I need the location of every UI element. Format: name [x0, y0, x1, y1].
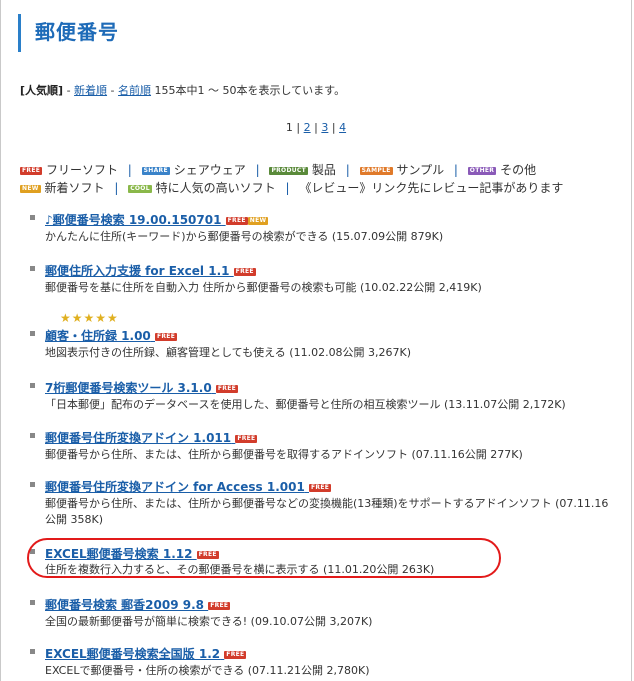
free-badge-icon: FREE	[154, 332, 178, 341]
software-link[interactable]: 郵便住所入力支援 for Excel 1.1 FREE	[45, 262, 256, 279]
software-link[interactable]: EXCEL郵便番号検索全国版 1.2 FREE	[45, 645, 247, 662]
bullet-icon	[30, 482, 35, 487]
free-badge-icon: FREE	[309, 483, 332, 492]
software-description: 全国の最新郵便番号が簡単に検索できる! (09.10.07公開 3,207K)	[45, 615, 373, 628]
cool-badge-icon: COOL	[128, 184, 152, 193]
software-description: 郵便番号から住所、または、住所から郵便番号などの変換機能(13種類)をサポートす…	[45, 497, 609, 526]
software-description: 地図表示付きの住所録、顧客管理としても使える (11.02.08公開 3,267…	[45, 346, 412, 359]
new-badge-icon: NEW	[247, 216, 269, 225]
sort-dash-1: -	[66, 84, 71, 97]
pagination: 1 | 2 | 3 | 4	[285, 121, 347, 134]
software-description: 郵便番号を基に住所を自動入力 住所から郵便番号の検索も可能 (10.02.22公…	[45, 281, 482, 294]
bullet-icon	[30, 433, 35, 438]
free-badge-icon: FREE	[224, 650, 247, 659]
free-badge-icon: FREE	[235, 434, 258, 443]
other-badge-icon: OTHER	[467, 166, 497, 175]
bullet-icon	[30, 266, 35, 271]
share-badge-icon: SHARE	[141, 166, 170, 175]
legend-share-label: シェアウェア	[173, 163, 246, 177]
legend-product-label: 製品	[311, 163, 336, 177]
new-badge-icon: NEW	[20, 184, 41, 193]
page-link-4[interactable]: 4	[339, 121, 346, 134]
page-title-block: 郵便番号	[18, 14, 617, 52]
legend-row-1: FREE フリーソフト | SHARE シェアウェア | PRODUCT 製品 …	[20, 163, 537, 177]
free-badge-icon: FREE	[225, 216, 248, 225]
software-link[interactable]: 7桁郵便番号検索ツール 3.1.0 FREE	[45, 379, 239, 396]
sort-new-link[interactable]: 新着順	[74, 84, 107, 97]
sort-name-link[interactable]: 名前順	[118, 84, 151, 97]
sample-badge-icon: SAMPLE	[359, 166, 393, 175]
page-current: 1	[285, 121, 293, 134]
bullet-icon	[30, 215, 35, 220]
highlight-circle	[27, 538, 501, 578]
bullet-icon	[30, 600, 35, 605]
software-link[interactable]: 郵便番号検索 郵香2009 9.8 FREE	[45, 596, 231, 613]
bullet-icon	[30, 649, 35, 654]
bullet-icon	[30, 383, 35, 388]
legend-other-label: その他	[500, 163, 537, 177]
sort-bar: [人気順] - 新着順 - 名前順 155本中1 〜 50本を表示しています。	[20, 82, 345, 98]
software-description: 郵便番号から住所、または、住所から郵便番号を取得するアドインソフト (07.11…	[45, 448, 523, 461]
software-link[interactable]: 郵便番号住所変換アドイン for Access 1.001 FREE	[45, 478, 332, 495]
page-title: 郵便番号	[35, 20, 119, 44]
legend-new-label: 新着ソフト	[44, 181, 105, 195]
legend-cool-label: 特に人気の高いソフト	[155, 181, 276, 195]
software-description: 「日本郵便」配布のデータベースを使用した、郵便番号と住所の相互検索ツール (13…	[45, 398, 566, 411]
rating-stars-icon: ★★★★★	[60, 311, 119, 325]
software-description: かんたんに住所(キーワード)から郵便番号の検索ができる (15.07.09公開 …	[45, 230, 444, 243]
free-badge-icon: FREE	[208, 601, 231, 610]
free-badge-icon: FREE	[233, 267, 256, 276]
page-link-2[interactable]: 2	[304, 121, 311, 134]
bullet-icon	[30, 331, 35, 336]
sort-dash-2: -	[110, 84, 115, 97]
legend-row-2: NEW 新着ソフト | COOL 特に人気の高いソフト | 《レビュー》リンク先…	[20, 181, 564, 195]
legend-review-note: 《レビュー》リンク先にレビュー記事があります	[299, 181, 564, 195]
sort-current: [人気順]	[20, 84, 64, 97]
product-badge-icon: PRODUCT	[269, 166, 309, 175]
free-badge-icon: FREE	[20, 166, 43, 175]
legend-sample-label: サンプル	[396, 163, 445, 177]
software-description: EXCELで郵便番号・住所の検索ができる (07.11.21公開 2,780K)	[45, 664, 370, 677]
legend-free-label: フリーソフト	[45, 163, 118, 177]
software-link[interactable]: ♪郵便番号検索 19.00.150701 FREE NEW	[45, 211, 269, 228]
page-link-3[interactable]: 3	[321, 121, 328, 134]
software-link[interactable]: 郵便番号住所変換アドイン 1.011 FREE	[45, 429, 258, 446]
software-link[interactable]: 顧客・住所録 1.00 FREE	[45, 327, 178, 344]
free-badge-icon: FREE	[215, 384, 239, 393]
result-summary: 155本中1 〜 50本を表示しています。	[154, 84, 346, 97]
